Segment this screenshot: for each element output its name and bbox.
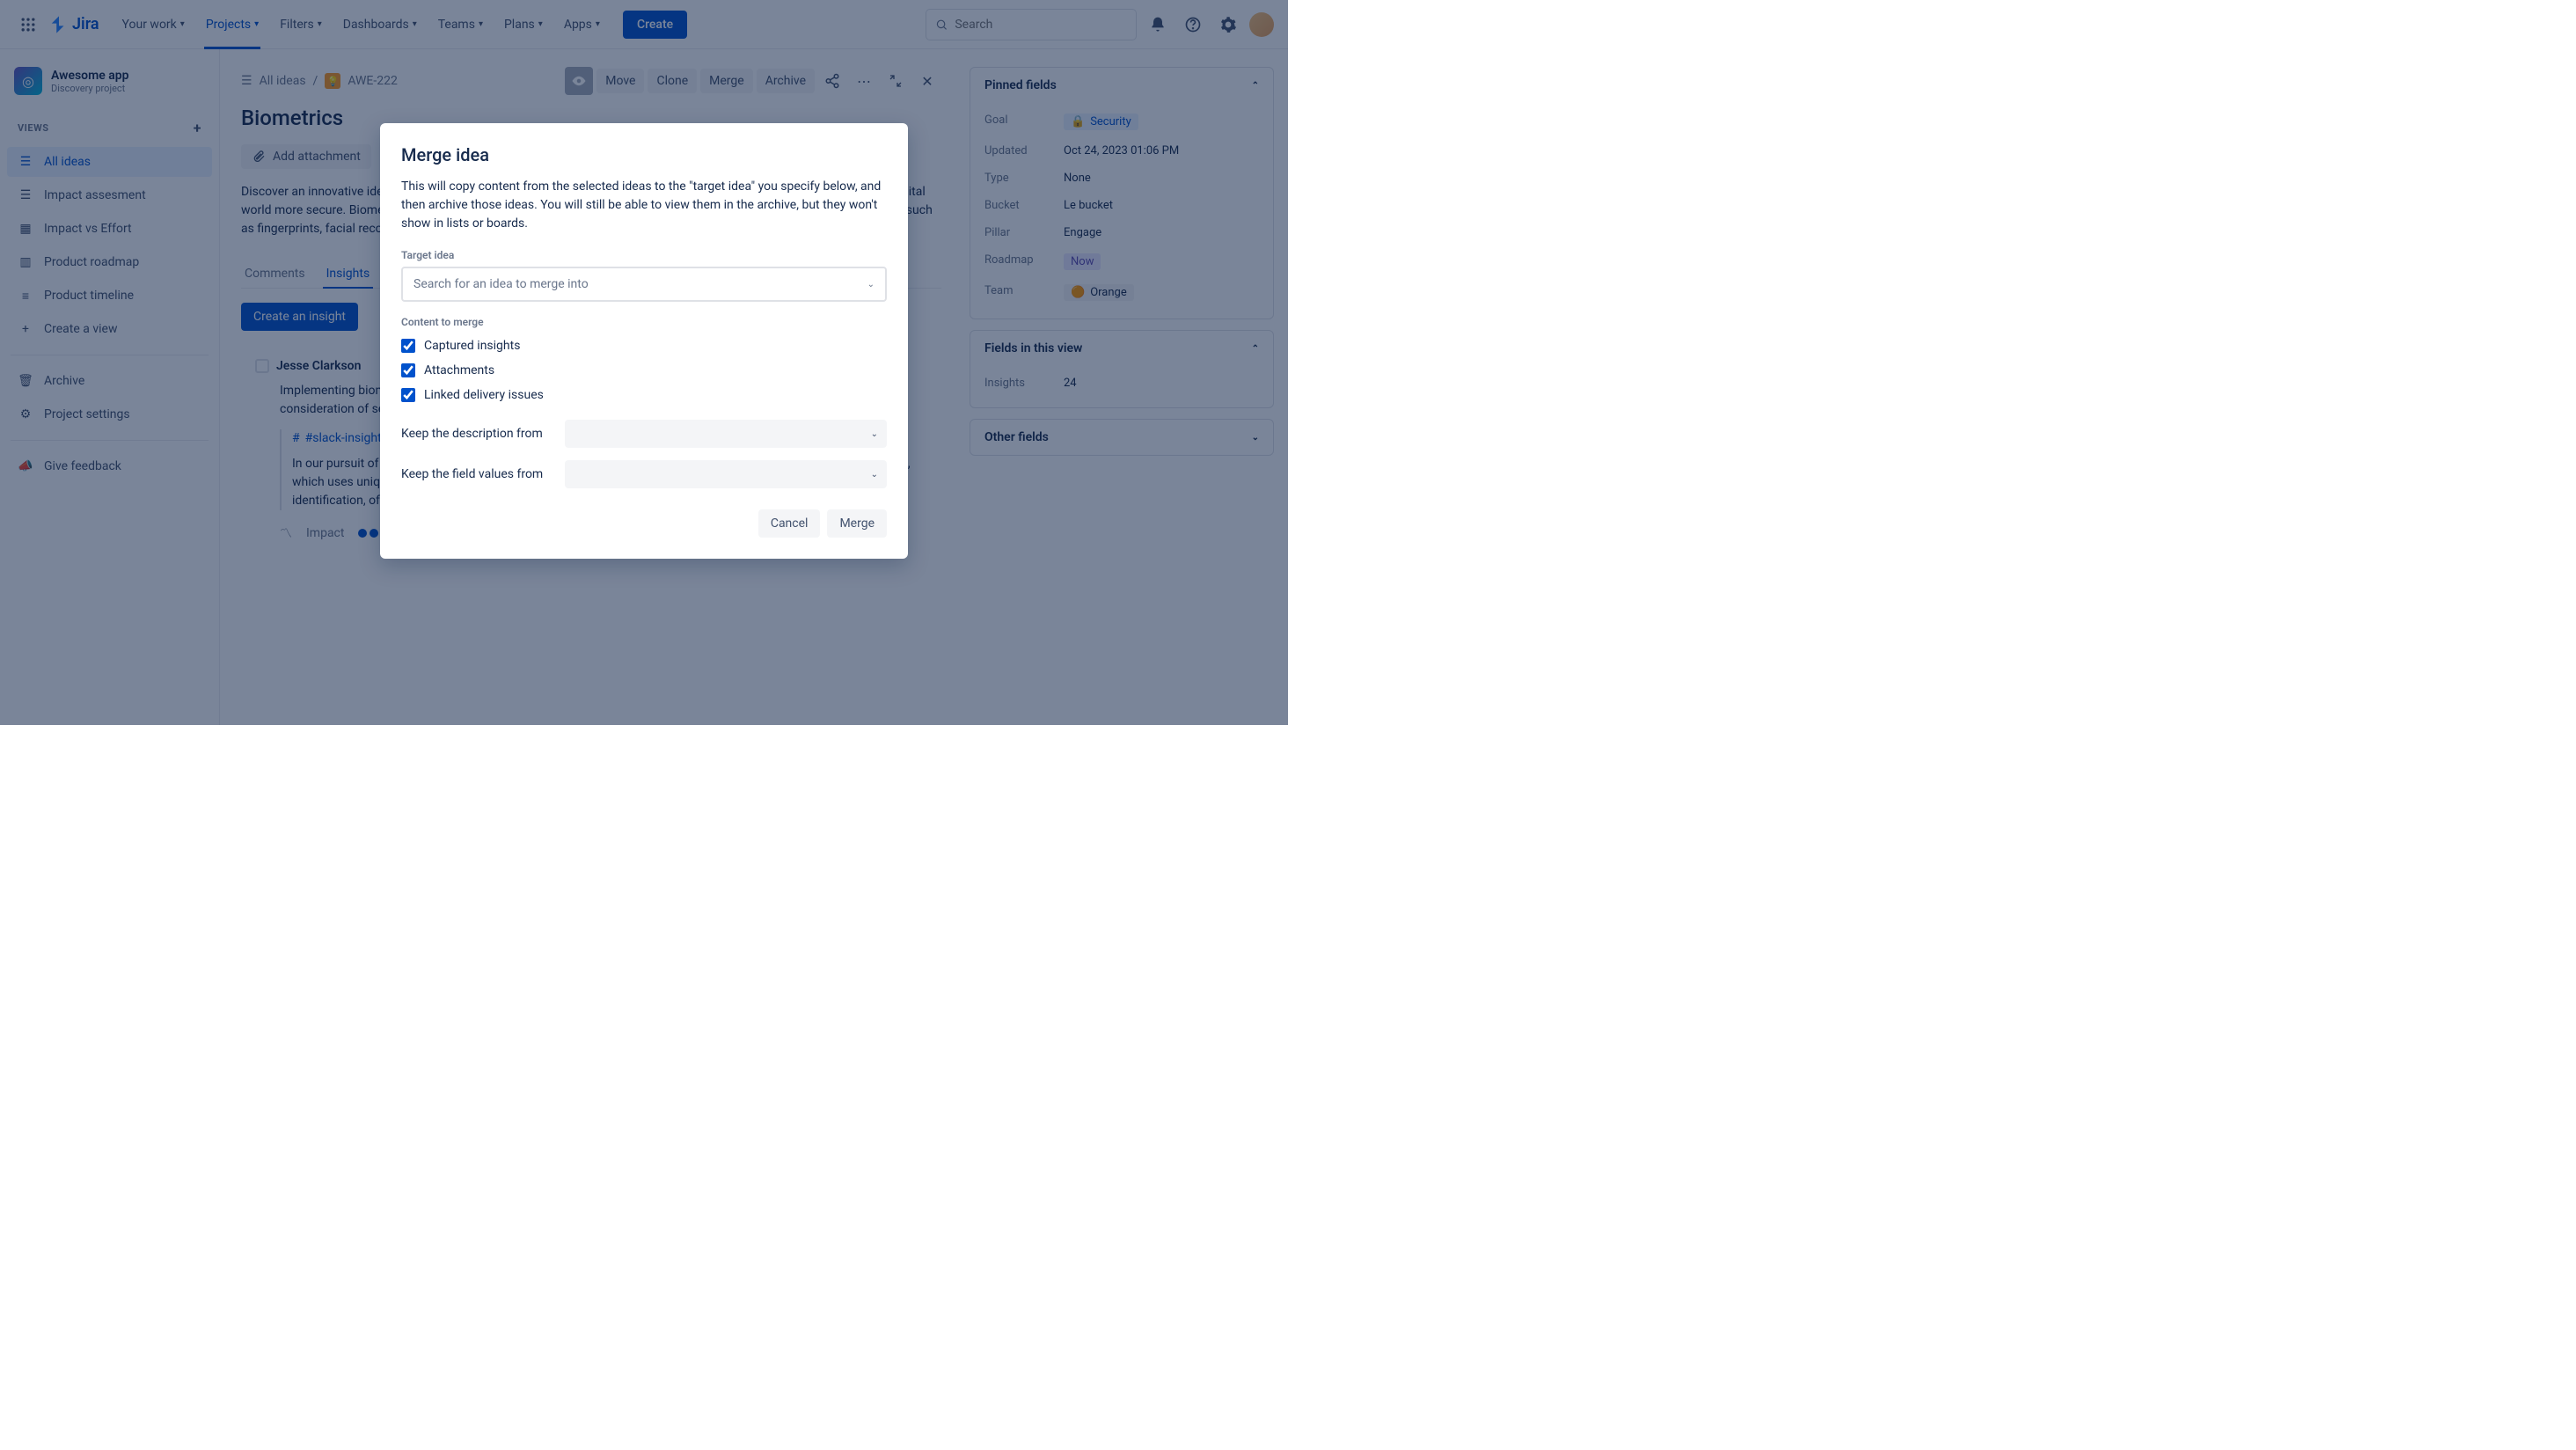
check-captured-insights[interactable]: Captured insights bbox=[401, 333, 887, 358]
chevron-down-icon: ⌄ bbox=[871, 429, 878, 439]
target-idea-select[interactable]: Search for an idea to merge into ⌄ bbox=[401, 267, 887, 302]
content-to-merge-label: Content to merge bbox=[401, 316, 887, 328]
checkbox[interactable] bbox=[401, 339, 415, 353]
keep-field-values-label: Keep the field values from bbox=[401, 467, 551, 481]
modal-description: This will copy content from the selected… bbox=[401, 178, 887, 233]
keep-description-select[interactable]: ⌄ bbox=[565, 420, 887, 448]
modal-overlay[interactable]: Merge idea This will copy content from t… bbox=[0, 0, 1288, 725]
merge-confirm-button[interactable]: Merge bbox=[827, 509, 887, 538]
check-linked-delivery-issues[interactable]: Linked delivery issues bbox=[401, 383, 887, 407]
merge-idea-modal: Merge idea This will copy content from t… bbox=[380, 123, 908, 559]
checkbox[interactable] bbox=[401, 363, 415, 377]
modal-title: Merge idea bbox=[401, 144, 887, 165]
cancel-button[interactable]: Cancel bbox=[758, 509, 821, 538]
checkbox[interactable] bbox=[401, 388, 415, 402]
keep-field-values-select[interactable]: ⌄ bbox=[565, 460, 887, 488]
check-attachments[interactable]: Attachments bbox=[401, 358, 887, 383]
chevron-down-icon: ⌄ bbox=[867, 280, 875, 289]
keep-description-label: Keep the description from bbox=[401, 427, 551, 441]
target-idea-label: Target idea bbox=[401, 249, 887, 261]
chevron-down-icon: ⌄ bbox=[871, 470, 878, 480]
